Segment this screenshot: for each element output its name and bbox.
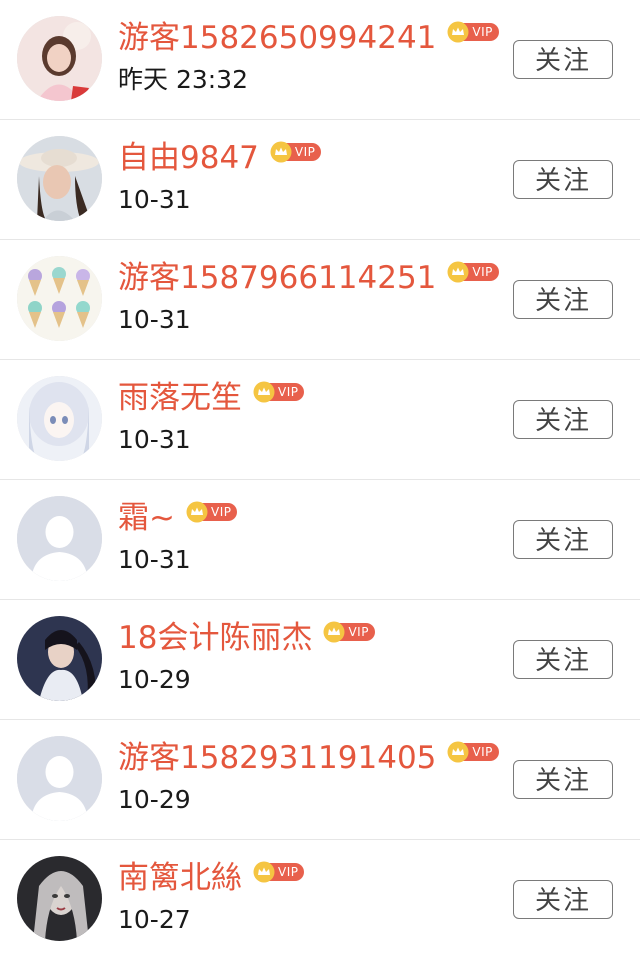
user-name[interactable]: 游客1587966114251 [118, 256, 436, 300]
name-line: 霜~ VIP [118, 496, 238, 540]
crown-icon [253, 861, 275, 883]
vip-badge: VIP [446, 741, 499, 763]
timestamp: 10-31 [118, 185, 191, 214]
crown-icon [323, 621, 345, 643]
crown-icon [447, 21, 469, 43]
list-item[interactable]: 霜~ VIP 10-31 关注 [0, 480, 640, 600]
timestamp: 10-29 [118, 665, 191, 694]
user-name[interactable]: 游客1582650994241 [118, 16, 436, 60]
timestamp: 10-27 [118, 905, 191, 934]
timestamp: 10-31 [118, 425, 191, 454]
user-name[interactable]: 18会计陈丽杰 [118, 616, 312, 660]
vip-badge: VIP [252, 861, 305, 883]
dark-portrait-avatar[interactable] [17, 856, 102, 941]
follow-button[interactable]: 关注 [513, 160, 613, 199]
vip-badge: VIP [446, 261, 499, 283]
user-name[interactable]: 自由9847 [118, 136, 259, 180]
vip-badge: VIP [269, 141, 322, 163]
timestamp: 昨天 23:32 [118, 65, 248, 94]
list-item[interactable]: 自由9847 VIP 10-31 关注 [0, 120, 640, 240]
user-name[interactable]: 雨落无笙 [118, 376, 242, 420]
crown-icon [447, 741, 469, 763]
follow-button[interactable]: 关注 [513, 280, 613, 319]
name-line: 游客1582931191405 VIP [118, 736, 499, 780]
name-line: 18会计陈丽杰 VIP [118, 616, 375, 660]
vip-badge: VIP [322, 621, 375, 643]
girl-photo-avatar[interactable] [17, 16, 102, 101]
follow-button[interactable]: 关注 [513, 760, 613, 799]
name-line: 南篱北絲 VIP [118, 856, 305, 900]
anime-girl-avatar[interactable] [17, 376, 102, 461]
user-name[interactable]: 霜~ [118, 496, 175, 540]
crown-icon [447, 261, 469, 283]
follower-list: 游客1582650994241 VIP 昨天 23:32 关注 自由9847 V… [0, 0, 640, 960]
follow-button[interactable]: 关注 [513, 400, 613, 439]
vip-badge: VIP [446, 21, 499, 43]
ice-cream-avatar[interactable] [17, 256, 102, 341]
list-item[interactable]: 南篱北絲 VIP 10-27 关注 [0, 840, 640, 960]
name-line: 游客1587966114251 VIP [118, 256, 499, 300]
crown-icon [186, 501, 208, 523]
follow-button[interactable]: 关注 [513, 40, 613, 79]
name-line: 游客1582650994241 VIP [118, 16, 499, 60]
default-avatar[interactable] [17, 496, 102, 581]
timestamp: 10-31 [118, 545, 191, 574]
woman-hat-avatar[interactable] [17, 136, 102, 221]
list-item[interactable]: 18会计陈丽杰 VIP 10-29 关注 [0, 600, 640, 720]
crown-icon [253, 381, 275, 403]
follow-button[interactable]: 关注 [513, 520, 613, 559]
vip-badge: VIP [252, 381, 305, 403]
timestamp: 10-29 [118, 785, 191, 814]
name-line: 雨落无笙 VIP [118, 376, 305, 420]
vip-badge: VIP [185, 501, 238, 523]
costume-man-avatar[interactable] [17, 616, 102, 701]
user-name[interactable]: 游客1582931191405 [118, 736, 436, 780]
name-line: 自由9847 VIP [118, 136, 322, 180]
timestamp: 10-31 [118, 305, 191, 334]
list-item[interactable]: 雨落无笙 VIP 10-31 关注 [0, 360, 640, 480]
follow-button[interactable]: 关注 [513, 640, 613, 679]
follow-button[interactable]: 关注 [513, 880, 613, 919]
crown-icon [270, 141, 292, 163]
list-item[interactable]: 游客1582650994241 VIP 昨天 23:32 关注 [0, 0, 640, 120]
default-avatar[interactable] [17, 736, 102, 821]
list-item[interactable]: 游客1587966114251 VIP 10-31 关注 [0, 240, 640, 360]
user-name[interactable]: 南篱北絲 [118, 856, 242, 900]
list-item[interactable]: 游客1582931191405 VIP 10-29 关注 [0, 720, 640, 840]
